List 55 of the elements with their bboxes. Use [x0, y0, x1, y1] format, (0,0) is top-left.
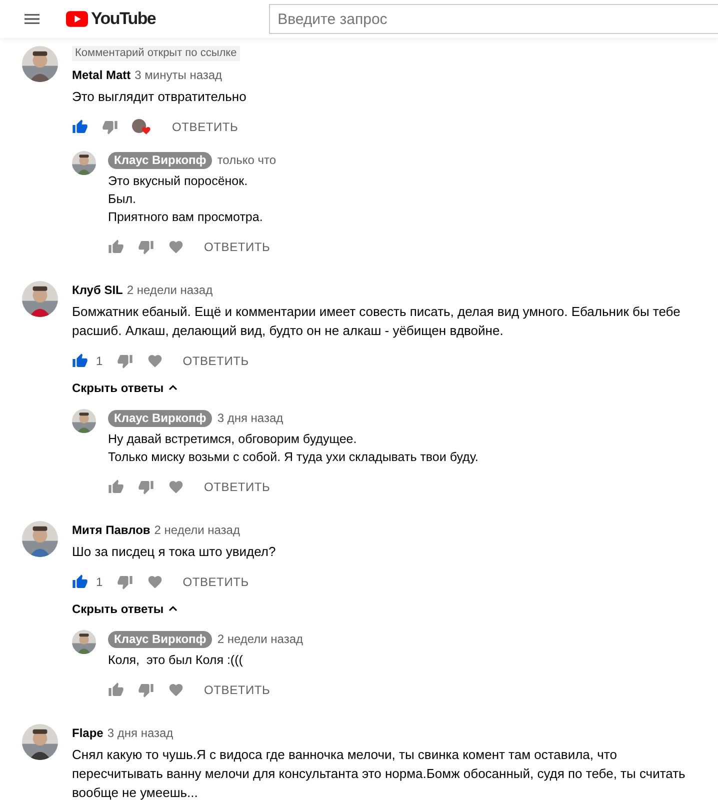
hide-replies-button[interactable]: Скрыть ответы [72, 379, 179, 397]
hide-replies-button[interactable]: Скрыть ответы [72, 600, 179, 618]
dislike-icon[interactable] [116, 574, 133, 590]
logo-icon[interactable] [66, 11, 88, 27]
author-name[interactable]: Metal Matt [72, 66, 131, 84]
reply-button[interactable]: ОТВЕТИТЬ [182, 352, 249, 370]
comment-time[interactable]: 3 минуты назад [134, 66, 222, 84]
heart-icon[interactable] [168, 479, 184, 495]
linked-comment-label: Комментарий открыт по ссылке [72, 46, 240, 61]
like-icon[interactable] [72, 574, 88, 590]
like-count: 1 [96, 353, 103, 370]
author-name[interactable]: Flape [72, 724, 104, 742]
comment-text: Это выглядит отвратительно [72, 88, 248, 106]
comment-text: Это вкусный поросёнок. [108, 173, 249, 190]
dislike-icon[interactable] [116, 353, 133, 369]
author-badge[interactable]: Клаус Виркопф [108, 630, 212, 648]
reply-button[interactable]: ОТВЕТИТЬ [172, 118, 238, 136]
author-name[interactable]: Клуб SIL [72, 281, 123, 299]
dislike-icon[interactable] [138, 479, 154, 495]
author-name[interactable]: Митя Павлов [72, 521, 150, 539]
comment-time[interactable]: 3 дня назад [217, 409, 284, 427]
comment-text: Приятного вам просмотра. [108, 209, 264, 226]
comment-time[interactable]: 2 недели назад [154, 521, 240, 539]
comment-text: Был. [108, 191, 137, 208]
like-icon[interactable] [108, 239, 124, 255]
heart-icon[interactable] [146, 353, 163, 369]
heart-icon[interactable] [168, 682, 184, 698]
like-icon[interactable] [72, 119, 88, 135]
dislike-icon[interactable] [102, 119, 118, 135]
comment-text: Шо за писдец я тока што увидел? [72, 543, 277, 561]
heart-icon[interactable] [146, 574, 163, 590]
like-count: 1 [96, 574, 103, 591]
comment-text: Бомжатник ебаный. Ещё и комментарии имеет совесть писать, делая вид умного. Ебальник бы тебе расшиб. Алкаш, делающий вид, будто он не алкаш - уёбищен вдвойне. [72, 303, 682, 340]
comment-text: Коля, это был Коля :((( [108, 652, 244, 669]
reply-button[interactable]: ОТВЕТИТЬ [182, 573, 249, 591]
author-badge[interactable]: Клаус Виркопф [108, 152, 212, 168]
like-icon[interactable] [108, 682, 124, 698]
dislike-icon[interactable] [138, 682, 154, 698]
reply-button[interactable]: ОТВЕТИТЬ [204, 238, 270, 256]
logo-text[interactable]: YouTube [91, 6, 156, 32]
dislike-icon[interactable] [138, 239, 154, 255]
like-icon[interactable] [108, 479, 124, 495]
search-field[interactable]: Введите запрос [268, 4, 718, 34]
comment-time[interactable]: 3 дня назад [107, 724, 174, 742]
comment-text: Снял какую то чушь.Я с видоса где ванночка мелочи, ты свинка комент там оставила, что пересчитывать ванну мелочи для консультанта это норма.Бомж обосанный, судя по тебе, ты считать вообще не умеешь... [72, 746, 686, 800]
comment-time[interactable]: только что [217, 151, 276, 169]
comment-time[interactable]: 2 недели назад [126, 281, 213, 299]
comment-text: Только миску возьми с собой. Я туда ухи складывать твои буду. [108, 449, 478, 466]
author-badge[interactable]: Клаус Виркопф [108, 410, 212, 426]
reply-button[interactable]: ОТВЕТИТЬ [204, 681, 270, 699]
like-icon[interactable] [72, 353, 88, 369]
reply-button[interactable]: ОТВЕТИТЬ [204, 478, 270, 496]
heart-icon[interactable] [168, 239, 184, 255]
comment-text: Ну давай встретимся, обговорим будущее. [108, 431, 358, 448]
comment-time[interactable]: 2 недели назад [217, 630, 304, 648]
